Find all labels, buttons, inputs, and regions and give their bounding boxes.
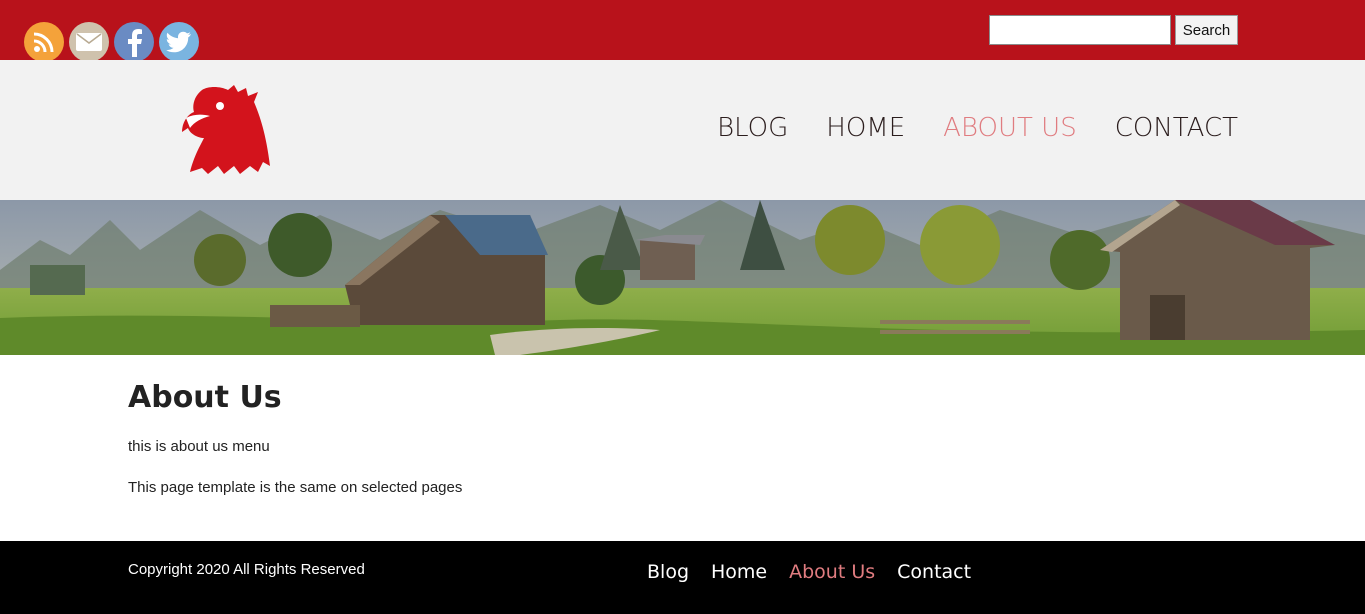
footer-nav-item-contact[interactable]: Contact: [897, 561, 971, 583]
main-content: About Us this is about us menu This page…: [128, 380, 462, 520]
template-note-paragraph: This page template is the same on select…: [128, 479, 463, 496]
footer-nav-item-about-us[interactable]: About Us: [789, 561, 875, 583]
twitter-icon[interactable]: [159, 22, 199, 62]
nav-item-contact[interactable]: CONTACT: [1115, 113, 1238, 143]
top-bar: Search: [0, 0, 1365, 62]
search-input[interactable]: [989, 15, 1171, 45]
nav-item-blog[interactable]: BLOG: [717, 113, 788, 143]
mail-icon[interactable]: [69, 22, 109, 62]
search-button[interactable]: Search: [1175, 15, 1238, 45]
nav-item-home[interactable]: HOME: [826, 113, 905, 143]
footer-nav-item-home[interactable]: Home: [711, 561, 767, 583]
rss-icon[interactable]: [24, 22, 64, 62]
hero-banner-image: [0, 200, 1365, 355]
footer: Copyright 2020 All Rights Reserved Blog …: [0, 541, 1365, 614]
copyright-text: Copyright 2020 All Rights Reserved: [128, 561, 365, 578]
social-links: [24, 22, 199, 62]
footer-nav-item-blog[interactable]: Blog: [647, 561, 689, 583]
page-title: About Us: [128, 380, 282, 415]
facebook-icon[interactable]: [114, 22, 154, 62]
rooster-logo[interactable]: [180, 84, 272, 176]
main-nav: BLOG HOME ABOUT US CONTACT: [717, 113, 1238, 143]
nav-item-about-us[interactable]: ABOUT US: [943, 113, 1077, 143]
footer-nav: Blog Home About Us Contact: [647, 561, 971, 583]
intro-paragraph: this is about us menu: [128, 438, 270, 455]
